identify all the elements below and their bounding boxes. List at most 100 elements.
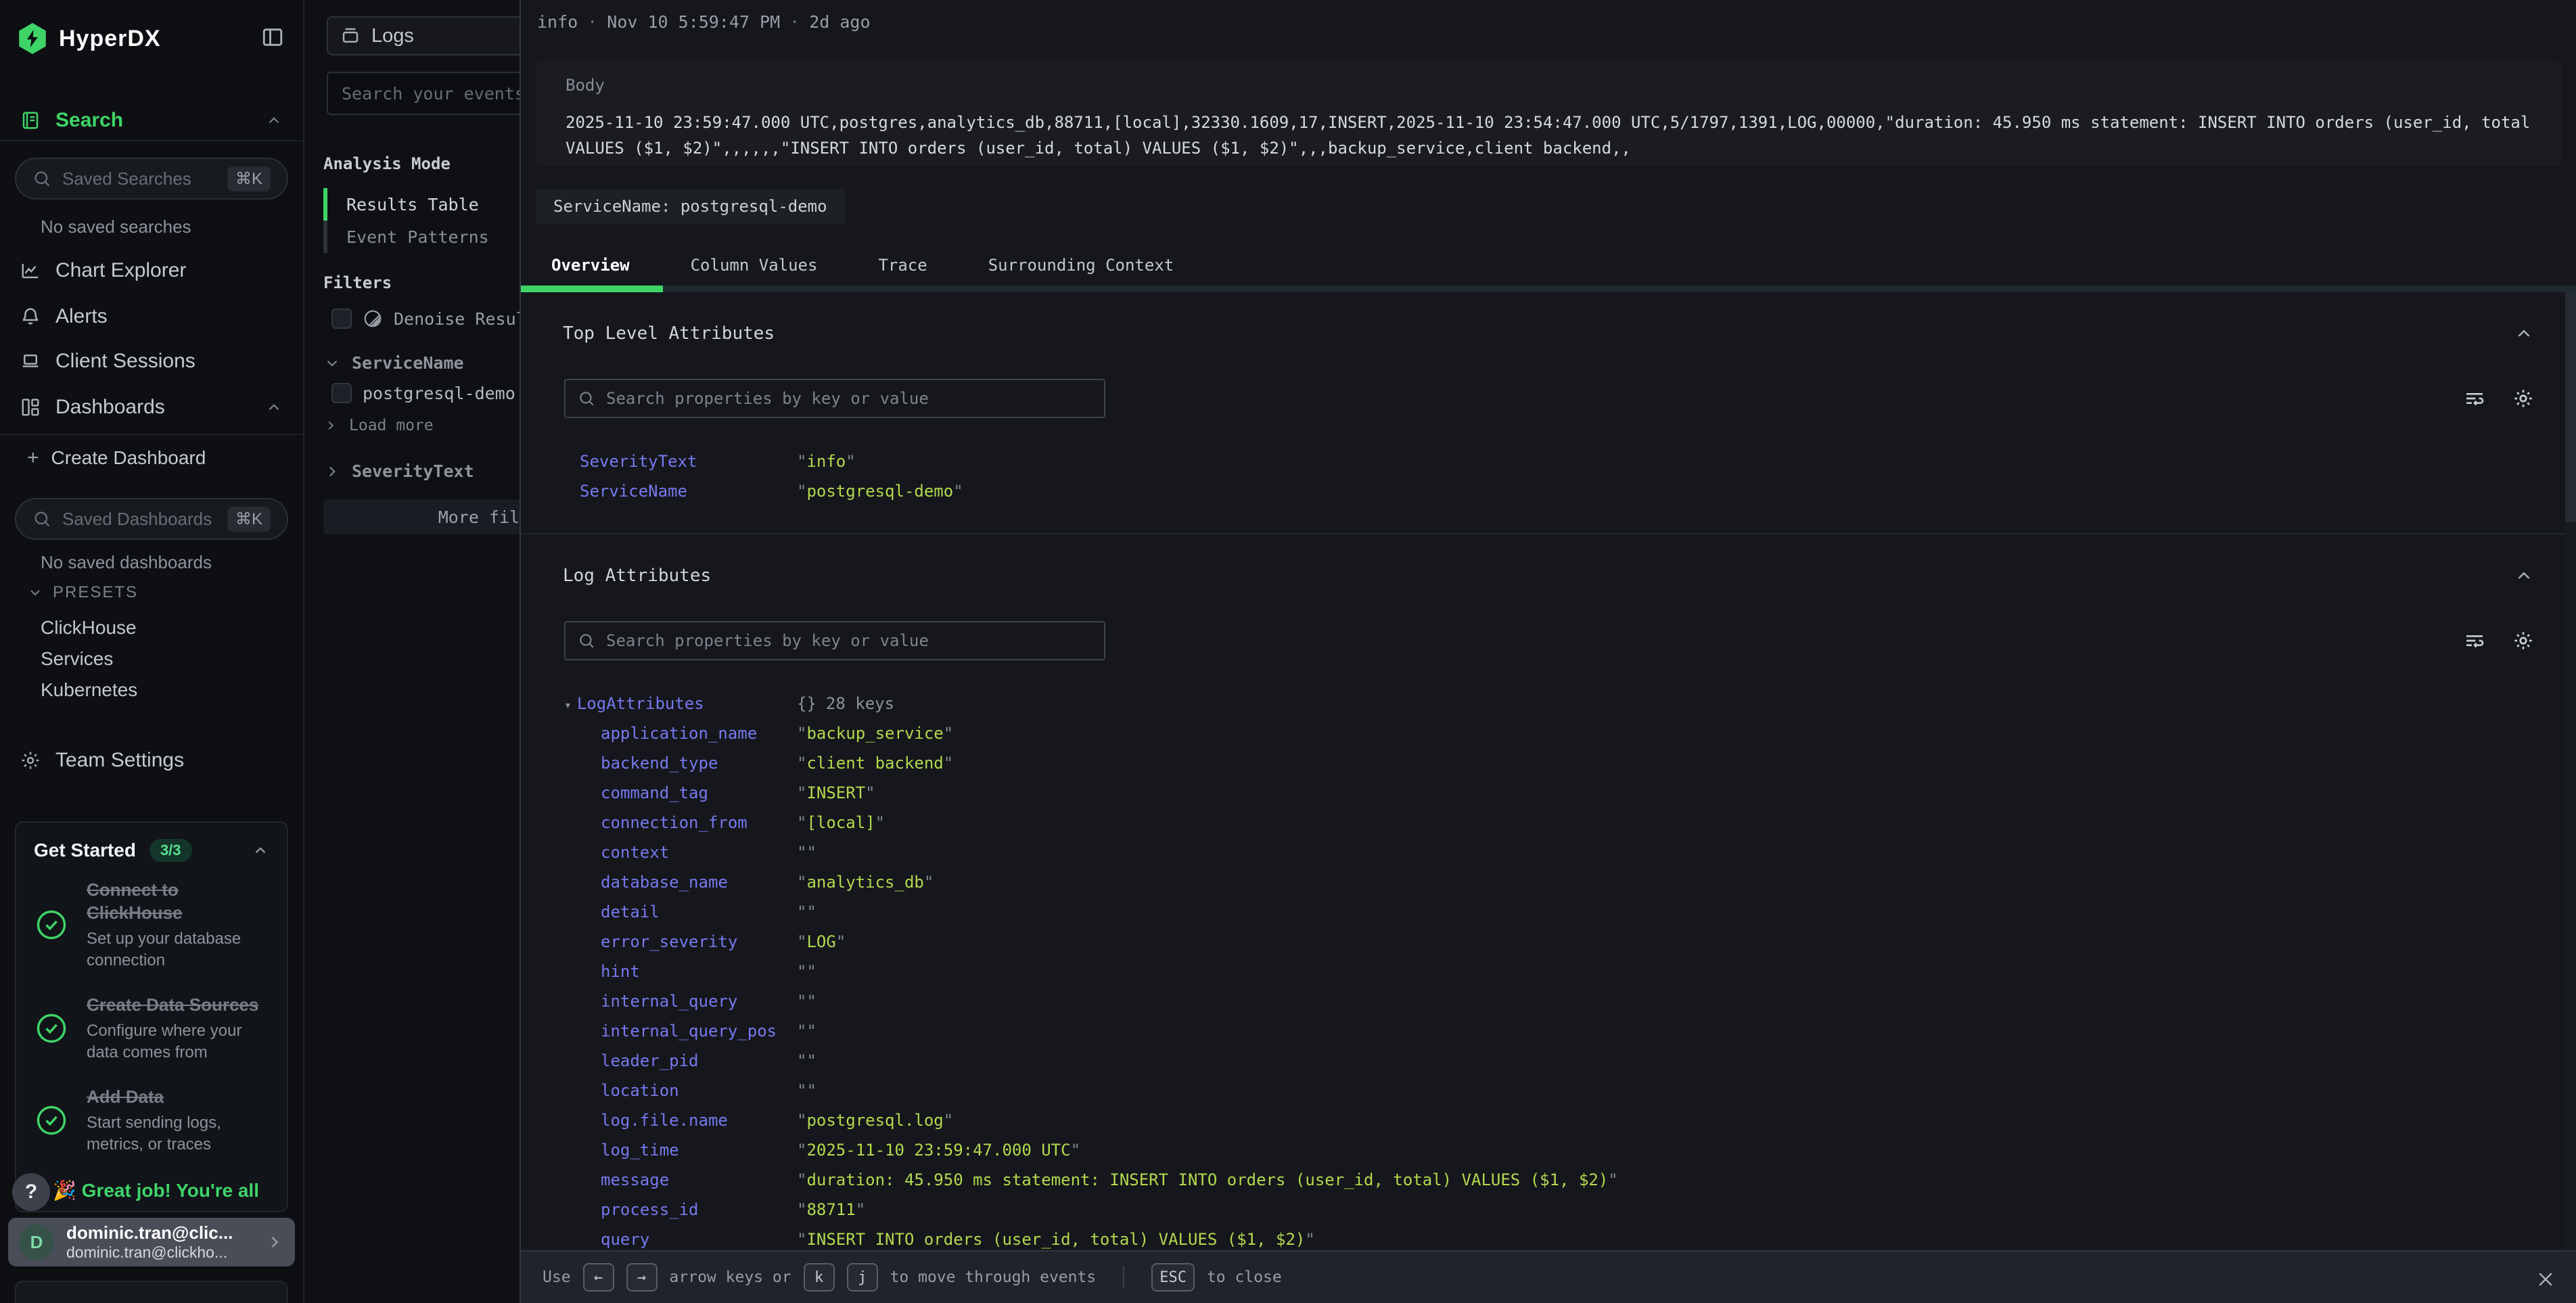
tab-surrounding-context[interactable]: Surrounding Context [958, 245, 1205, 285]
get-started-item[interactable]: Connect to ClickHouse Set up your databa… [16, 867, 287, 982]
denoise-checkbox[interactable] [331, 308, 352, 329]
sidebar-preset-item[interactable]: Kubernetes [0, 675, 303, 706]
logs-source-icon [340, 26, 361, 46]
attribute-key[interactable]: error_severity [601, 932, 737, 951]
event-header: info Nov 10 5:59:47 PM 2d ago [537, 12, 871, 32]
sidebar-item-client-sessions[interactable]: Client Sessions [0, 342, 303, 380]
service-value-row[interactable]: postgresql-demo [331, 383, 515, 403]
attribute-key[interactable]: detail [601, 902, 660, 921]
tab-trace[interactable]: Trace [848, 245, 957, 285]
source-selector-button[interactable]: Logs [327, 16, 520, 55]
gear-icon[interactable] [2512, 388, 2534, 409]
help-button[interactable]: ? [12, 1173, 50, 1211]
attribute-key[interactable]: location [601, 1081, 679, 1100]
denoise-results-row[interactable]: Denoise Results [331, 308, 520, 329]
attribute-value[interactable] [797, 1016, 816, 1046]
attribute-value[interactable] [797, 1046, 816, 1076]
properties-search-input[interactable]: Search properties by key or value [564, 379, 1105, 418]
attribute-value[interactable]: analytics_db [797, 867, 934, 897]
attribute-value[interactable]: postgresql.log [797, 1105, 953, 1135]
close-icon[interactable] [2535, 1269, 2556, 1289]
attribute-key[interactable]: connection_from [601, 813, 748, 832]
attribute-value[interactable]: 2025-11-10 23:59:47.000 UTC [797, 1135, 1080, 1165]
saved-dashboards-input[interactable]: Saved Dashboards ⌘K [15, 498, 288, 540]
attribute-key[interactable]: LogAttributes [577, 694, 704, 713]
attribute-value[interactable]: 88711 [797, 1195, 865, 1225]
chevron-up-icon[interactable] [2514, 566, 2534, 586]
service-name-group[interactable]: ServiceName [323, 353, 464, 373]
service-checkbox[interactable] [331, 383, 352, 403]
mode-results-table[interactable]: Results Table [323, 188, 489, 221]
severity-text-group[interactable]: SeverityText [323, 461, 474, 481]
j-key: j [847, 1263, 878, 1291]
scrollbar[interactable] [2565, 292, 2576, 1250]
chevron-up-icon [265, 398, 283, 416]
more-filters-button[interactable]: More filters [323, 499, 520, 534]
get-started-item[interactable]: Create Data Sources Configure where your… [16, 982, 287, 1074]
attribute-key[interactable]: command_tag [601, 783, 708, 802]
presets-toggle[interactable]: PRESETS [27, 583, 138, 602]
events-search-input[interactable]: Search your events... [327, 72, 520, 115]
attribute-key[interactable]: process_id [601, 1200, 699, 1219]
attribute-value[interactable]: client backend [797, 748, 953, 778]
bell-icon [20, 306, 41, 327]
collapse-sidebar-icon[interactable] [261, 26, 284, 49]
tab-column-values[interactable]: Column Values [660, 245, 848, 285]
sidebar-item-search[interactable]: Search [0, 101, 303, 139]
attribute-value[interactable] [797, 838, 816, 867]
attribute-key[interactable]: internal_query_pos [601, 1022, 777, 1041]
attribute-key[interactable]: backend_type [601, 754, 718, 773]
triangle-down-icon[interactable]: ▾ [564, 698, 572, 712]
attribute-key[interactable]: message [601, 1170, 669, 1189]
attribute-value[interactable]: postgresql-demo [797, 476, 963, 506]
sidebar-item-label: Alerts [55, 305, 283, 328]
chevron-up-icon[interactable] [252, 842, 269, 859]
attribute-key[interactable]: log_time [601, 1141, 679, 1160]
sidebar-preset-item[interactable]: Services [0, 643, 303, 675]
attribute-key[interactable]: ServiceName [580, 482, 687, 501]
attribute-value[interactable] [797, 986, 816, 1016]
attribute-key[interactable]: hint [601, 962, 640, 981]
wrap-lines-icon[interactable] [2464, 630, 2485, 652]
sidebar-preset-item[interactable]: ClickHouse [0, 612, 303, 643]
gear-icon[interactable] [2512, 630, 2534, 652]
chevron-up-icon[interactable] [2514, 323, 2534, 344]
attribute-value[interactable]: INSERT INTO orders (user_id, total) VALU… [797, 1225, 1315, 1250]
sidebar-item-alerts[interactable]: Alerts [0, 298, 303, 336]
attribute-key[interactable]: internal_query [601, 992, 737, 1011]
user-menu[interactable]: D dominic.tran@clic... dominic.tran@clic… [8, 1218, 295, 1266]
create-dashboard-button[interactable]: + Create Dashboard [27, 447, 206, 470]
sidebar-item-chart-explorer[interactable]: Chart Explorer [0, 252, 303, 290]
attribute-value[interactable]: backup_service [797, 718, 953, 748]
get-started-item[interactable]: Add Data Start sending logs, metrics, or… [16, 1074, 287, 1166]
attribute-value[interactable] [797, 897, 816, 927]
attribute-value[interactable]: LOG [797, 927, 846, 957]
scrollbar-thumb[interactable] [2565, 292, 2576, 522]
attribute-key[interactable]: database_name [601, 873, 728, 892]
service-name-chip[interactable]: ServiceName: postgresql-demo [536, 189, 845, 224]
hyperdx-app: HyperDX Search Saved Searches ⌘K No save… [0, 0, 2576, 1303]
attribute-value[interactable] [797, 957, 816, 986]
saved-searches-input[interactable]: Saved Searches ⌘K [15, 158, 288, 200]
attribute-key[interactable]: application_name [601, 724, 757, 743]
sidebar-item-dashboards[interactable]: Dashboards [0, 388, 303, 426]
sidebar-item-team-settings[interactable]: Team Settings [0, 741, 303, 779]
wrap-lines-icon[interactable] [2464, 388, 2485, 409]
tab-overview[interactable]: Overview [521, 245, 660, 285]
properties-search-input[interactable]: Search properties by key or value [564, 621, 1105, 660]
attribute-key[interactable]: leader_pid [601, 1051, 699, 1070]
attribute-value[interactable]: [local] [797, 808, 885, 838]
attribute-key[interactable]: query [601, 1230, 649, 1249]
attribute-value[interactable]: duration: 45.950 ms statement: INSERT IN… [797, 1165, 1618, 1195]
attribute-value[interactable] [797, 1076, 816, 1105]
analysis-mode-label: Analysis Mode [323, 154, 451, 173]
brand-logo[interactable]: HyperDX [17, 23, 161, 54]
attribute-key[interactable]: log.file.name [601, 1111, 728, 1130]
attribute-key[interactable]: SeverityText [580, 452, 697, 471]
load-more-link[interactable]: Load more [323, 417, 434, 434]
top-level-attributes-list: SeverityText info ServiceName postgresql… [521, 447, 2565, 506]
attribute-value[interactable]: info [797, 447, 856, 476]
attribute-value[interactable]: INSERT [797, 778, 875, 808]
mode-event-patterns[interactable]: Event Patterns [323, 221, 489, 253]
attribute-key[interactable]: context [601, 843, 669, 862]
